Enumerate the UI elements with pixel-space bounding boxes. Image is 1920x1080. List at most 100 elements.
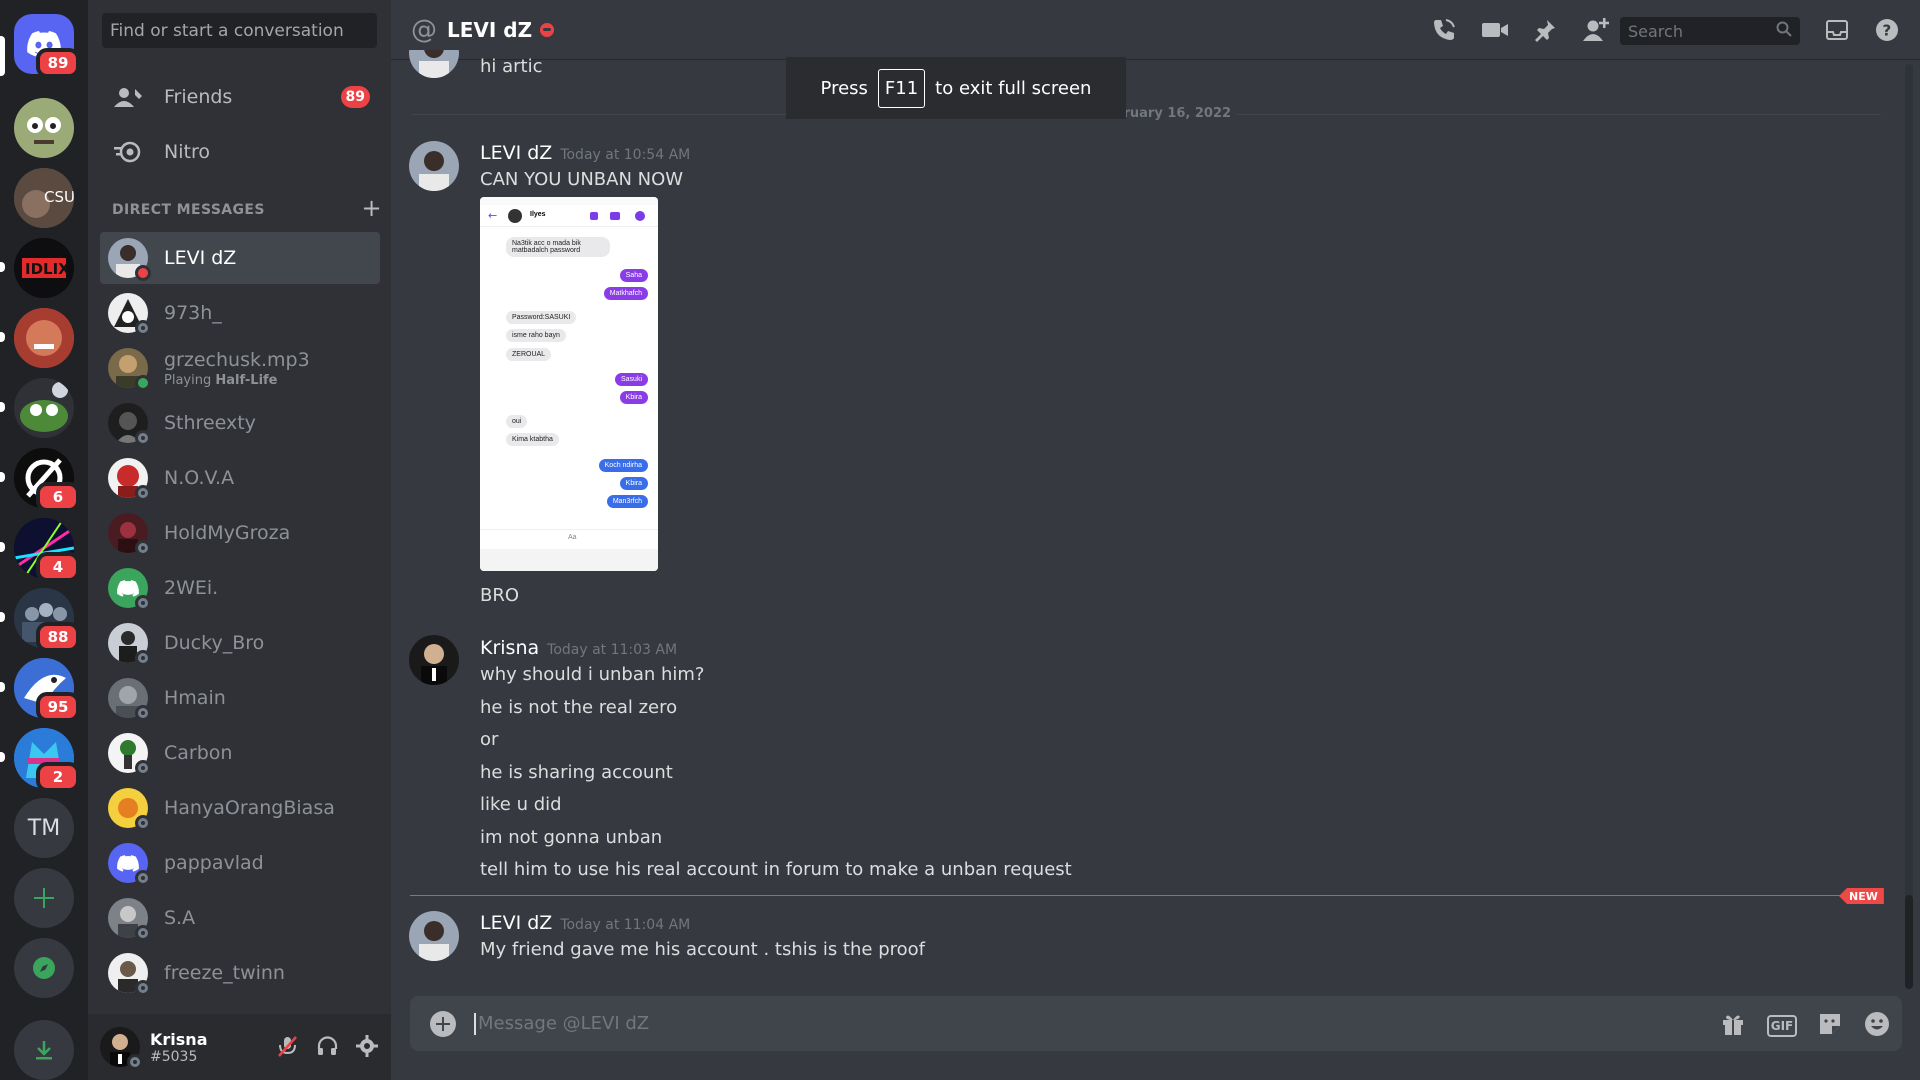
dm-item-sa[interactable]: S.A: [100, 892, 380, 944]
scrollbar-thumb[interactable]: [1905, 895, 1913, 989]
message-avatar[interactable]: [409, 141, 459, 191]
message-text: im not gonna unban: [480, 827, 663, 848]
message-input[interactable]: Message @LEVI dZ: [474, 1012, 649, 1035]
search-input[interactable]: Search: [1620, 17, 1800, 45]
status-offline-icon: [135, 705, 151, 721]
server-group[interactable]: 88: [14, 588, 80, 652]
message-author[interactable]: LEVI dZ: [480, 912, 552, 934]
help-icon[interactable]: ?: [1873, 16, 1901, 44]
status-dnd-icon: [135, 265, 151, 281]
dm-item-nova[interactable]: N.O.V.A: [100, 452, 380, 504]
server-pepe[interactable]: [14, 378, 74, 438]
message-composer: Message @LEVI dZ GIF: [410, 996, 1902, 1051]
message-header: LEVI dZ Today at 11:04 AM: [480, 912, 690, 934]
download-apps-button[interactable]: [14, 1020, 74, 1080]
dm-item-holdmygroza[interactable]: HoldMyGroza: [100, 507, 380, 559]
direct-messages-header: DIRECT MESSAGES +: [112, 194, 382, 222]
gif-button[interactable]: GIF: [1767, 1009, 1797, 1039]
dm-item-ducky-bro[interactable]: Ducky_Bro: [100, 617, 380, 669]
dm-item-levi-dz[interactable]: LEVI dZ: [100, 232, 380, 284]
activity-game: Half-Life: [215, 372, 278, 388]
sticker-icon[interactable]: [1815, 1009, 1845, 1039]
unread-indicator: [0, 332, 5, 342]
attachment-bubble: isme raho bayn: [506, 329, 566, 342]
upload-plus-icon[interactable]: [430, 1010, 456, 1037]
status-offline-icon: [127, 1054, 143, 1070]
fullscreen-notice: Press F11 to exit full screen: [786, 57, 1126, 119]
dm-header-label: DIRECT MESSAGES: [112, 202, 265, 218]
message-timestamp: Today at 11:04 AM: [560, 917, 691, 933]
mute-microphone-icon[interactable]: [275, 1034, 299, 1058]
dm-item-2wei[interactable]: 2WEi.: [100, 562, 380, 614]
headphones-icon[interactable]: [315, 1034, 339, 1058]
server-tm[interactable]: TM: [14, 798, 74, 858]
avatar: [108, 458, 151, 501]
message-author[interactable]: Krisna: [480, 637, 539, 659]
attachment-bubble: Matkhafch: [603, 287, 648, 300]
settings-gear-icon[interactable]: [355, 1034, 379, 1058]
server-null[interactable]: 6: [14, 448, 80, 512]
avatar: [108, 733, 151, 776]
fullscreen-rest: to exit full screen: [935, 77, 1092, 99]
message-timestamp: Today at 10:54 AM: [560, 147, 691, 163]
server-neon[interactable]: 4: [14, 518, 80, 582]
dm-sidebar: Find or start a conversation Friends 89 …: [88, 0, 391, 1080]
user-panel: Krisna #5035: [88, 1014, 391, 1080]
avatar: [108, 238, 151, 281]
scrollbar-track[interactable]: [1905, 64, 1913, 989]
server-idlix[interactable]: IDLIX: [14, 238, 74, 298]
dm-item-hmain[interactable]: Hmain: [100, 672, 380, 724]
message-text: like u did: [480, 794, 562, 815]
friends-badge: 89: [340, 86, 370, 108]
message-text: tell him to use his real account in foru…: [480, 859, 1072, 880]
message-text: he is not the real zero: [480, 697, 678, 718]
dm-name: HoldMyGroza: [164, 522, 291, 544]
at-icon: @: [411, 14, 437, 45]
dm-item-pappavlad[interactable]: pappavlad: [100, 837, 380, 889]
voice-call-icon[interactable]: [1430, 16, 1458, 44]
avatar: [108, 898, 151, 941]
inbox-icon[interactable]: [1823, 16, 1851, 44]
user-avatar[interactable]: [100, 1027, 143, 1070]
server-face[interactable]: [14, 308, 74, 368]
message-avatar[interactable]: [409, 911, 459, 961]
server-eagle[interactable]: 95: [14, 658, 80, 722]
dm-item-grzechusk[interactable]: grzechusk.mp3 Playing Half-Life: [100, 342, 380, 394]
avatar: [108, 513, 151, 556]
server-zombie[interactable]: [14, 98, 74, 158]
server-badge: 6: [36, 482, 80, 512]
friends-nav[interactable]: Friends 89: [100, 73, 380, 121]
create-dm-plus-icon[interactable]: +: [361, 194, 382, 222]
image-attachment[interactable]: ← Ilyes Na3tik acc o mada bik matbadalch…: [480, 197, 658, 571]
avatar: [108, 348, 151, 391]
unread-indicator: [0, 542, 5, 552]
pinned-messages-icon[interactable]: [1531, 16, 1559, 44]
find-conversation-button[interactable]: Find or start a conversation: [102, 13, 377, 48]
server-csu[interactable]: CSU: [14, 168, 74, 228]
emoji-icon[interactable]: [1862, 1009, 1892, 1039]
message-text: hi artic: [480, 56, 543, 77]
add-server-button[interactable]: [14, 868, 74, 928]
message-header: Krisna Today at 11:03 AM: [480, 637, 677, 659]
dm-item-freeze-twinn[interactable]: freeze_twinn: [100, 947, 380, 999]
gift-icon[interactable]: [1718, 1009, 1748, 1039]
avatar: [108, 568, 151, 611]
server-wolf[interactable]: 2: [14, 728, 80, 792]
dm-name: 973h_: [164, 302, 222, 324]
add-friends-to-dm-icon[interactable]: [1582, 16, 1610, 44]
explore-servers-button[interactable]: [14, 938, 74, 998]
message-text: My friend gave me his account . tshis is…: [480, 939, 925, 960]
message-author[interactable]: LEVI dZ: [480, 142, 552, 164]
avatar: [108, 403, 151, 446]
unread-indicator: [0, 402, 5, 412]
video-call-icon[interactable]: [1481, 16, 1509, 44]
home-button[interactable]: 89: [14, 14, 80, 78]
dm-item-sthreexty[interactable]: Sthreexty: [100, 397, 380, 449]
dm-item-hanyaorangbiasa[interactable]: HanyaOrangBiasa: [100, 782, 380, 834]
nitro-nav[interactable]: Nitro: [100, 128, 380, 176]
status-offline-icon: [135, 485, 151, 501]
dm-item-carbon[interactable]: Carbon: [100, 727, 380, 779]
message-avatar[interactable]: [409, 635, 459, 685]
status-offline-icon: [135, 760, 151, 776]
dm-item-973h[interactable]: 973h_: [100, 287, 380, 339]
